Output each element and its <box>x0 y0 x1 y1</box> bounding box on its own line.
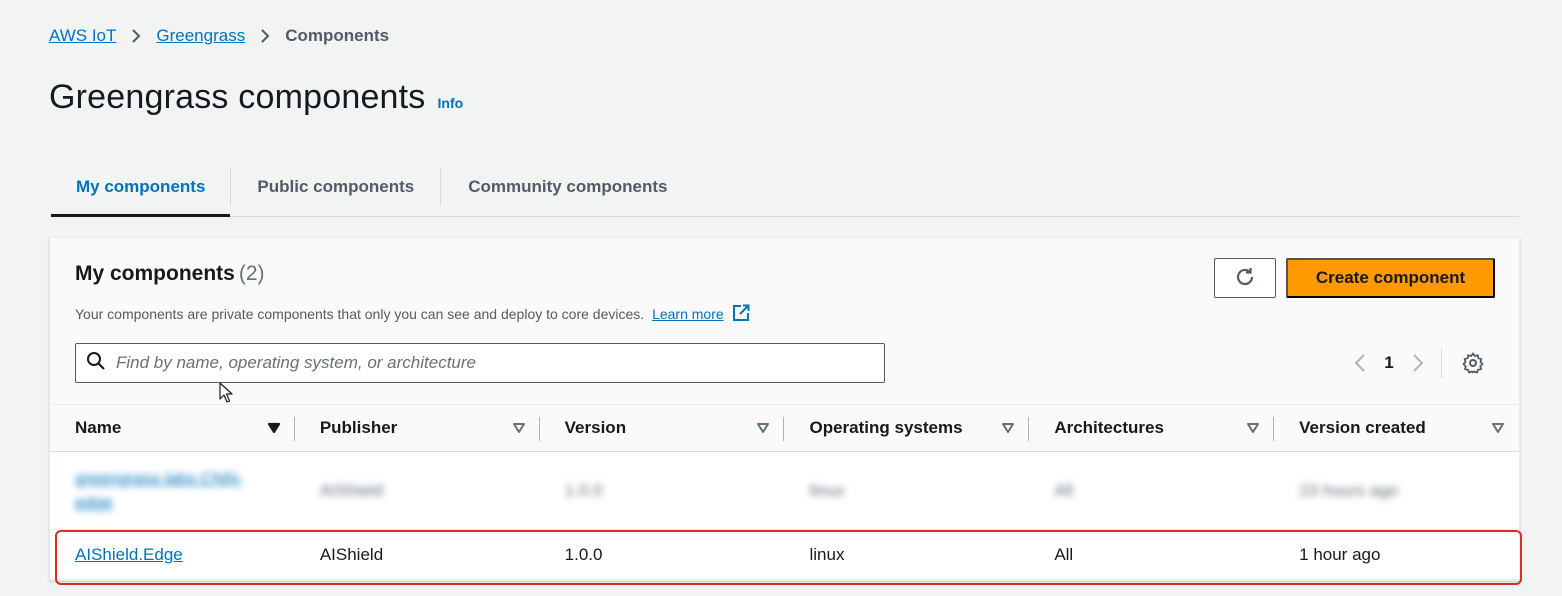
cell-version: 1.0.0 <box>564 544 603 564</box>
column-header-name[interactable]: Name <box>50 405 295 451</box>
component-count: (2) <box>238 262 265 285</box>
description-text: Your components are private components t… <box>75 306 645 322</box>
current-page[interactable]: 1 <box>1375 353 1403 373</box>
cell-publisher: AIShield <box>319 544 384 564</box>
panel-description: Your components are private components t… <box>75 304 750 325</box>
tab-community-components[interactable]: Community components <box>441 158 694 216</box>
cell-os: linux <box>809 480 845 500</box>
cell-created: 1 hour ago <box>1299 544 1381 564</box>
panel-title-text: My components <box>75 262 235 285</box>
pager-divider <box>1441 348 1442 378</box>
cell-created: 23 hours ago <box>1299 480 1399 500</box>
sort-caret-icon[interactable] <box>1001 422 1015 434</box>
column-label: Version created <box>1299 418 1426 437</box>
tab-bar: My components Public components Communit… <box>51 158 1519 217</box>
breadcrumb-greengrass[interactable]: Greengrass <box>156 26 245 46</box>
panel-header: My components (2) <box>75 262 265 286</box>
tab-public-components[interactable]: Public components <box>231 158 440 216</box>
column-header-architectures[interactable]: Architectures <box>1029 405 1274 451</box>
chevron-right-icon <box>245 28 285 44</box>
column-label: Name <box>75 418 122 437</box>
column-label: Operating systems <box>809 418 963 437</box>
cell-name[interactable]: AIShield.Edge <box>50 530 295 579</box>
sort-caret-icon[interactable] <box>512 422 526 434</box>
mouse-cursor-icon <box>219 382 233 409</box>
search-input[interactable] <box>116 353 884 373</box>
create-component-button[interactable]: Create component <box>1286 258 1495 298</box>
breadcrumb-aws-iot[interactable]: AWS IoT <box>49 26 116 46</box>
column-header-publisher[interactable]: Publisher <box>295 405 540 451</box>
refresh-button[interactable] <box>1214 258 1276 298</box>
column-label: Architectures <box>1054 418 1164 437</box>
gear-icon[interactable] <box>1458 348 1488 378</box>
breadcrumb: AWS IoT Greengrass Components <box>49 26 389 46</box>
column-header-version[interactable]: Version <box>540 405 785 451</box>
refresh-icon <box>1234 266 1256 291</box>
info-link[interactable]: Info <box>438 95 464 111</box>
components-table: Name Publisher Version Operating systems… <box>50 404 1519 580</box>
breadcrumb-current: Components <box>285 26 390 45</box>
cell-arch: All <box>1054 544 1074 564</box>
next-page-button[interactable] <box>1403 348 1433 378</box>
cell-publisher: AIShield <box>319 480 384 500</box>
column-label: Version <box>564 418 627 437</box>
learn-more-link[interactable]: Learn more <box>652 306 724 322</box>
column-header-operating-systems[interactable]: Operating systems <box>784 405 1030 451</box>
table-row: AIShield.Edge AIShield 1.0.0 linux All 1… <box>50 530 1519 580</box>
component-name-link[interactable]: AIShield.Edge <box>75 545 183 565</box>
chevron-right-icon <box>116 28 156 44</box>
sort-caret-icon[interactable] <box>1491 422 1505 434</box>
cell-version: 1.0.0 <box>564 480 603 500</box>
cell-name[interactable]: greengrass.labs.CNN-edge <box>50 452 295 529</box>
cell-os: linux <box>809 544 845 564</box>
search-icon <box>86 351 106 376</box>
tab-my-components[interactable]: My components <box>51 158 231 217</box>
page-title: Greengrass components <box>49 78 426 116</box>
column-label: Publisher <box>319 418 398 437</box>
sort-caret-icon[interactable] <box>267 422 281 434</box>
component-name-link[interactable]: greengrass.labs.CNN-edge <box>75 467 275 515</box>
sort-caret-icon[interactable] <box>1246 422 1260 434</box>
external-link-icon[interactable] <box>732 304 750 325</box>
pagination: 1 <box>1345 346 1488 380</box>
cell-arch: All <box>1054 480 1074 500</box>
panel-title: My components (2) <box>75 262 265 285</box>
search-box[interactable] <box>75 343 885 383</box>
page-header: Greengrass components Info <box>49 78 463 117</box>
my-components-panel: My components (2) Your components are pri… <box>49 237 1520 581</box>
sort-caret-icon[interactable] <box>756 422 770 434</box>
previous-page-button[interactable] <box>1345 348 1375 378</box>
table-header: Name Publisher Version Operating systems… <box>50 404 1519 452</box>
table-row: greengrass.labs.CNN-edge AIShield 1.0.0 … <box>50 452 1519 530</box>
column-header-version-created[interactable]: Version created <box>1274 405 1519 451</box>
